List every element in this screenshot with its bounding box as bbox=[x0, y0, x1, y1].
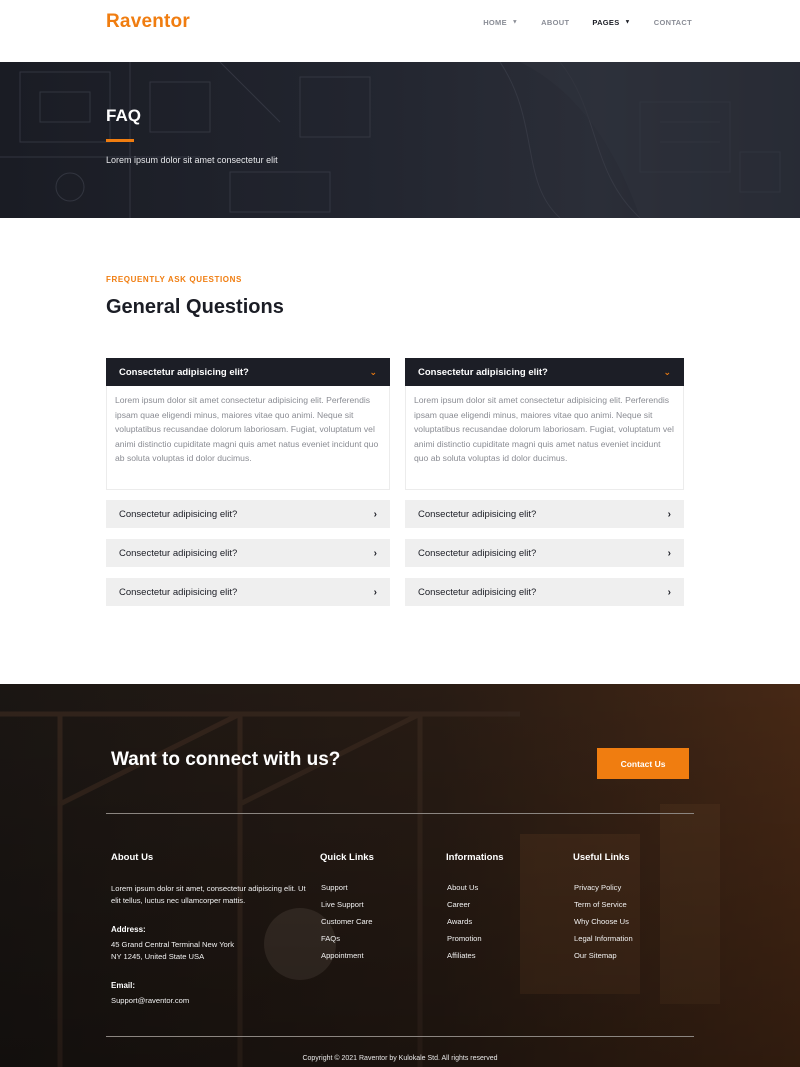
chevron-right-icon: › bbox=[667, 508, 671, 520]
nav-item-contact[interactable]: CONTACT bbox=[654, 18, 692, 27]
faq-item[interactable]: Consectetur adipisicing elit? › bbox=[106, 578, 390, 606]
copyright-text: Copyright © 2021 Raventor by Kulokale St… bbox=[302, 1055, 498, 1062]
faq-item-open[interactable]: Consectetur adipisicing elit? ⌄ bbox=[405, 358, 684, 386]
email-link[interactable]: Support@raventor.com bbox=[111, 995, 311, 1007]
site-footer: Want to connect with us? Contact Us Abou… bbox=[0, 684, 800, 1067]
title-underline bbox=[106, 139, 134, 142]
footer-link[interactable]: Customer Care bbox=[320, 917, 374, 934]
chevron-down-icon: ▼ bbox=[511, 19, 519, 25]
footer-link[interactable]: Why Choose Us bbox=[573, 917, 633, 934]
main-nav: HOME ▼ ABOUT PAGES ▼ CONTACT bbox=[460, 18, 692, 27]
footer-link[interactable]: Affiliates bbox=[446, 951, 504, 968]
faq-item[interactable]: Consectetur adipisicing elit? › bbox=[405, 578, 684, 606]
chevron-right-icon: › bbox=[373, 508, 377, 520]
footer-quick-links: Quick Links Support Live Support Custome… bbox=[320, 852, 374, 968]
section-title: General Questions bbox=[106, 296, 284, 318]
nav-item-about[interactable]: ABOUT bbox=[541, 18, 569, 27]
faq-answer: Lorem ipsum dolor sit amet consectetur a… bbox=[115, 395, 379, 464]
faq-question: Consectetur adipisicing elit? bbox=[119, 508, 238, 520]
email-label: Email: bbox=[111, 981, 136, 990]
footer-link[interactable]: FAQs bbox=[320, 934, 374, 951]
page-title: FAQ bbox=[106, 106, 141, 125]
nav-item-home[interactable]: HOME ▼ bbox=[483, 18, 518, 27]
footer-heading: Quick Links bbox=[320, 852, 374, 863]
footer-heading: Informations bbox=[446, 852, 504, 863]
nav-label: PAGES bbox=[592, 18, 620, 27]
faq-question: Consectetur adipisicing elit? bbox=[119, 547, 238, 559]
address-line-2: NY 1245, United State USA bbox=[111, 952, 205, 961]
contact-us-button[interactable]: Contact Us bbox=[597, 748, 689, 779]
chevron-right-icon: › bbox=[667, 547, 671, 559]
nav-label: HOME bbox=[483, 18, 507, 27]
nav-item-pages[interactable]: PAGES ▼ bbox=[592, 18, 630, 27]
footer-divider bbox=[106, 813, 694, 814]
page-hero: FAQ Lorem ipsum dolor sit amet consectet… bbox=[0, 62, 800, 218]
chevron-down-icon: ▼ bbox=[624, 19, 631, 25]
footer-link[interactable]: Career bbox=[446, 900, 504, 917]
faq-question: Consectetur adipisicing elit? bbox=[119, 586, 238, 598]
footer-link[interactable]: Awards bbox=[446, 917, 504, 934]
faq-item[interactable]: Consectetur adipisicing elit? › bbox=[106, 500, 390, 528]
faq-item[interactable]: Consectetur adipisicing elit? › bbox=[405, 500, 684, 528]
address-line-1: 45 Grand Central Terminal New York bbox=[111, 940, 235, 949]
chevron-right-icon: › bbox=[373, 586, 377, 598]
footer-link[interactable]: Term of Service bbox=[573, 900, 633, 917]
faq-column-left: Consectetur adipisicing elit? ⌄ Lorem ip… bbox=[106, 358, 390, 606]
faq-answer-panel: Lorem ipsum dolor sit amet consectetur a… bbox=[405, 386, 684, 490]
cta-title: Want to connect with us? bbox=[111, 749, 341, 770]
faq-item[interactable]: Consectetur adipisicing elit? › bbox=[106, 539, 390, 567]
address-label: Address: bbox=[111, 925, 146, 934]
nav-label: CONTACT bbox=[653, 18, 692, 27]
faq-answer: Lorem ipsum dolor sit amet consectetur a… bbox=[414, 395, 674, 464]
chevron-right-icon: › bbox=[667, 586, 671, 598]
faq-answer-panel: Lorem ipsum dolor sit amet consectetur a… bbox=[106, 386, 390, 490]
faq-item[interactable]: Consectetur adipisicing elit? › bbox=[405, 539, 684, 567]
faq-question: Consectetur adipisicing elit? bbox=[119, 366, 249, 378]
footer-link[interactable]: Legal Information bbox=[573, 934, 633, 951]
footer-link[interactable]: Support bbox=[320, 883, 374, 900]
page-subtitle: Lorem ipsum dolor sit amet consectetur e… bbox=[106, 155, 278, 165]
section-eyebrow: FREQUENTLY ASK QUESTIONS bbox=[106, 275, 242, 284]
faq-question: Consectetur adipisicing elit? bbox=[418, 508, 537, 520]
footer-divider bbox=[106, 1036, 694, 1037]
footer-link[interactable]: Appointment bbox=[320, 951, 374, 968]
faq-column-right: Consectetur adipisicing elit? ⌄ Lorem ip… bbox=[405, 358, 684, 606]
faq-question: Consectetur adipisicing elit? bbox=[418, 547, 537, 559]
footer-link[interactable]: Live Support bbox=[320, 900, 374, 917]
footer-heading: Useful Links bbox=[573, 852, 630, 863]
nav-label: ABOUT bbox=[541, 18, 570, 27]
footer-heading: About Us bbox=[111, 852, 154, 863]
footer-link[interactable]: Promotion bbox=[446, 934, 504, 951]
chevron-down-icon: ⌄ bbox=[663, 366, 671, 377]
footer-link[interactable]: About Us bbox=[446, 883, 504, 900]
site-logo[interactable]: Raventor bbox=[106, 11, 190, 33]
footer-informations: Informations About Us Career Awards Prom… bbox=[446, 852, 504, 968]
faq-item-open[interactable]: Consectetur adipisicing elit? ⌄ bbox=[106, 358, 390, 386]
faq-question: Consectetur adipisicing elit? bbox=[418, 586, 537, 598]
chevron-right-icon: › bbox=[373, 547, 377, 559]
footer-about-text: Lorem ipsum dolor sit amet, consectetur … bbox=[111, 884, 306, 905]
site-header: Raventor HOME ▼ ABOUT PAGES ▼ CONTACT bbox=[0, 0, 800, 62]
footer-link[interactable]: Privacy Policy bbox=[573, 883, 633, 900]
faq-question: Consectetur adipisicing elit? bbox=[418, 366, 548, 378]
chevron-down-icon: ⌄ bbox=[369, 366, 377, 377]
footer-link[interactable]: Our Sitemap bbox=[573, 951, 633, 968]
footer-useful-links: Useful Links Privacy Policy Term of Serv… bbox=[573, 852, 633, 968]
footer-about: About Us Lorem ipsum dolor sit amet, con… bbox=[111, 852, 311, 1007]
